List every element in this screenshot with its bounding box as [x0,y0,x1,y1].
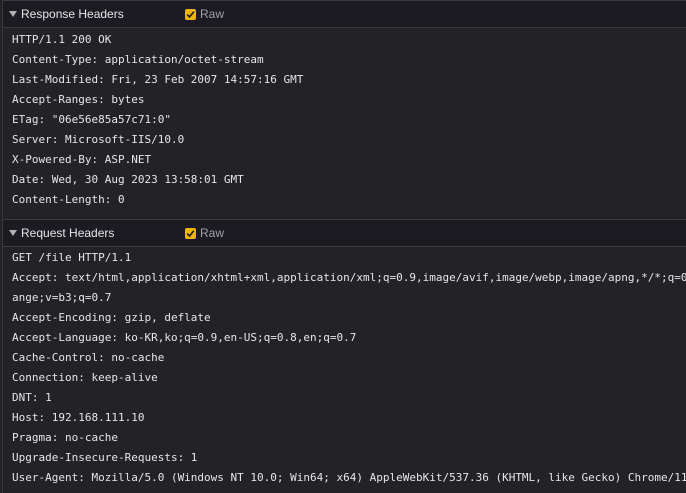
expand-triangle-icon[interactable] [9,11,17,17]
header-line: Accept-Language: ko-KR,ko;q=0.9,en-US;q=… [12,331,357,344]
header-line: Accept-Ranges: bytes [12,93,145,106]
header-line: Server: Microsoft-IIS/10.0 [12,133,185,146]
response-headers-list: HTTP/1.1 200 OK Content-Type: applicatio… [3,28,686,210]
response-headers-panel: Response Headers Raw HTTP/1.1 200 OK Con… [2,0,686,218]
header-line: Content-Length: 0 [12,193,125,206]
header-line: User-Agent: Mozilla/5.0 (Windows NT 10.0… [12,471,686,484]
header-line: X-Powered-By: ASP.NET [12,153,152,166]
header-line: GET /file HTTP/1.1 [12,251,132,264]
request-raw-label: Raw [200,226,225,240]
response-raw-checkbox[interactable] [185,8,196,20]
header-line: ETag: "06e56e85a57c71:0" [12,113,171,126]
header-line: Accept: text/html,application/xhtml+xml,… [12,271,686,284]
header-line: HTTP/1.1 200 OK [12,33,112,46]
request-headers-title: Request Headers [21,226,115,240]
header-line: Cache-Control: no-cache [12,351,165,364]
checkmark-icon [186,10,195,18]
response-headers-title: Response Headers [21,7,124,21]
request-headers-toggle[interactable]: Request Headers Raw [3,219,686,247]
response-raw-label: Raw [200,7,225,21]
request-headers-list: GET /file HTTP/1.1 Accept: text/html,app… [3,247,686,488]
request-headers-panel: Request Headers Raw GET /file HTTP/1.1 A… [2,219,686,493]
header-line: Date: Wed, 30 Aug 2023 13:58:01 GMT [12,173,244,186]
expand-triangle-icon[interactable] [9,230,17,236]
header-line: Content-Type: application/octet-stream [12,53,264,66]
header-line: Accept-Encoding: gzip, deflate [12,311,211,324]
request-raw-toggle[interactable]: Raw [185,226,224,240]
response-raw-toggle[interactable]: Raw [185,7,224,21]
response-headers-toggle[interactable]: Response Headers Raw [3,0,686,28]
header-line: Pragma: no-cache [12,431,118,444]
header-line: Last-Modified: Fri, 23 Feb 2007 14:57:16… [12,73,304,86]
header-line: Connection: keep-alive [12,371,158,384]
header-line: ange;v=b3;q=0.7 [12,291,112,304]
request-raw-checkbox[interactable] [185,227,196,239]
header-line: Host: 192.168.111.10 [12,411,145,424]
checkmark-icon [186,229,195,237]
header-line: DNT: 1 [12,391,52,404]
header-line: Upgrade-Insecure-Requests: 1 [12,451,198,464]
